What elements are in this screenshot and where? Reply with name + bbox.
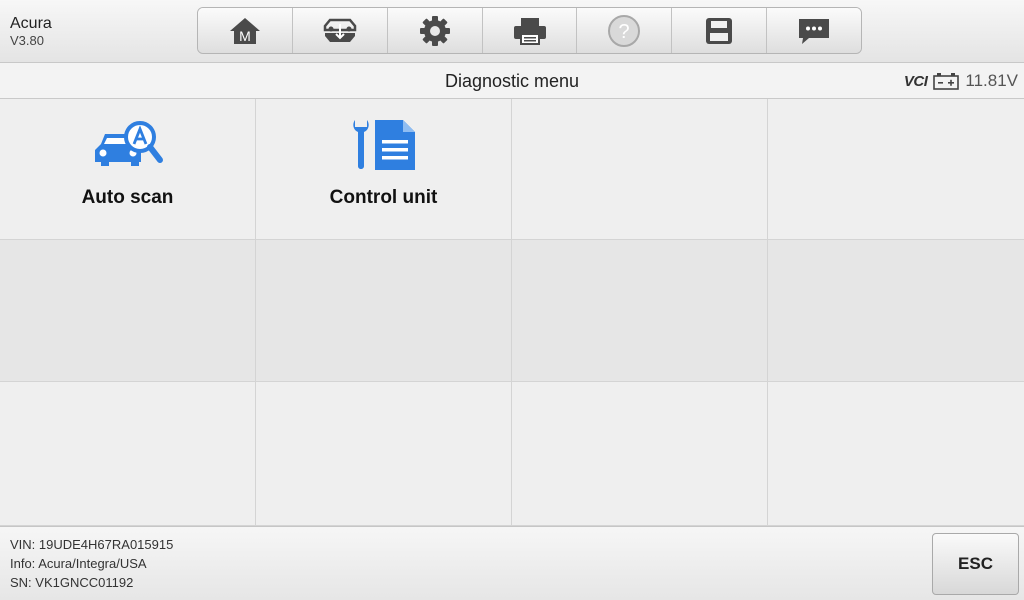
page-title: Diagnostic menu (444, 71, 580, 91)
vehicle-info: VIN: 19UDE4H67RA015915 Info: Acura/Integ… (10, 535, 173, 592)
empty-menu-cell (256, 240, 512, 382)
printer-icon (513, 17, 546, 45)
empty-menu-cell (768, 382, 1024, 526)
gear-icon (419, 15, 450, 46)
empty-menu-cell (0, 382, 256, 526)
control-unit-icon (352, 120, 415, 170)
menu-item-label: Auto scan (81, 187, 174, 208)
empty-menu-cell (768, 99, 1024, 240)
save-button[interactable] (672, 8, 768, 53)
empty-menu-cell (256, 382, 512, 526)
footer-bar: VIN: 19UDE4H67RA015915 Info: Acura/Integ… (0, 526, 1024, 600)
title-bar: Diagnostic menu VCI 11.81V (0, 63, 1024, 99)
auto-scan-icon (94, 121, 163, 166)
vehicle-swap-icon (323, 18, 357, 42)
save-icon (706, 17, 733, 44)
battery-voltage: 11.81V (965, 71, 1018, 90)
main-toolbar: M ? (197, 7, 862, 54)
app-name: Acura (10, 15, 52, 32)
menu-item-auto-scan[interactable]: Auto scan (0, 99, 256, 240)
empty-menu-cell (512, 99, 768, 240)
app-brand: Acura V3.80 (10, 15, 52, 49)
empty-menu-cell (512, 382, 768, 526)
home-button[interactable]: M (198, 8, 293, 53)
empty-menu-cell (768, 240, 1024, 382)
top-bar: Acura V3.80 M ? (0, 0, 1024, 63)
svg-text:M: M (239, 28, 251, 44)
help-button[interactable]: ? (577, 8, 673, 53)
menu-item-control-unit[interactable]: Control unit (256, 99, 512, 240)
print-button[interactable] (482, 8, 578, 53)
vci-label: VCI (903, 72, 928, 90)
svg-text:?: ? (619, 21, 630, 43)
battery-icon (933, 73, 960, 90)
home-icon: M (229, 17, 260, 44)
empty-menu-cell (0, 240, 256, 382)
diagnostic-menu-grid: Auto scan Control unit (0, 99, 1024, 526)
menu-item-label: Control unit (329, 187, 438, 208)
serial-number-text: SN: VK1GNCC01192 (10, 575, 134, 590)
esc-button[interactable]: ESC (932, 533, 1019, 595)
vin-text: VIN: 19UDE4H67RA015915 (10, 537, 174, 552)
empty-menu-cell (512, 240, 768, 382)
vehicle-info-text: Info: Acura/Integra/USA (10, 556, 147, 571)
vci-status: VCI (904, 73, 928, 90)
settings-button[interactable] (387, 8, 483, 53)
help-icon: ? (608, 14, 641, 47)
app-version: V3.80 (10, 33, 44, 48)
vehicle-swap-button[interactable] (292, 8, 388, 53)
status-area: VCI 11.81V (904, 71, 1018, 91)
message-button[interactable] (767, 8, 861, 53)
message-icon (799, 18, 830, 44)
